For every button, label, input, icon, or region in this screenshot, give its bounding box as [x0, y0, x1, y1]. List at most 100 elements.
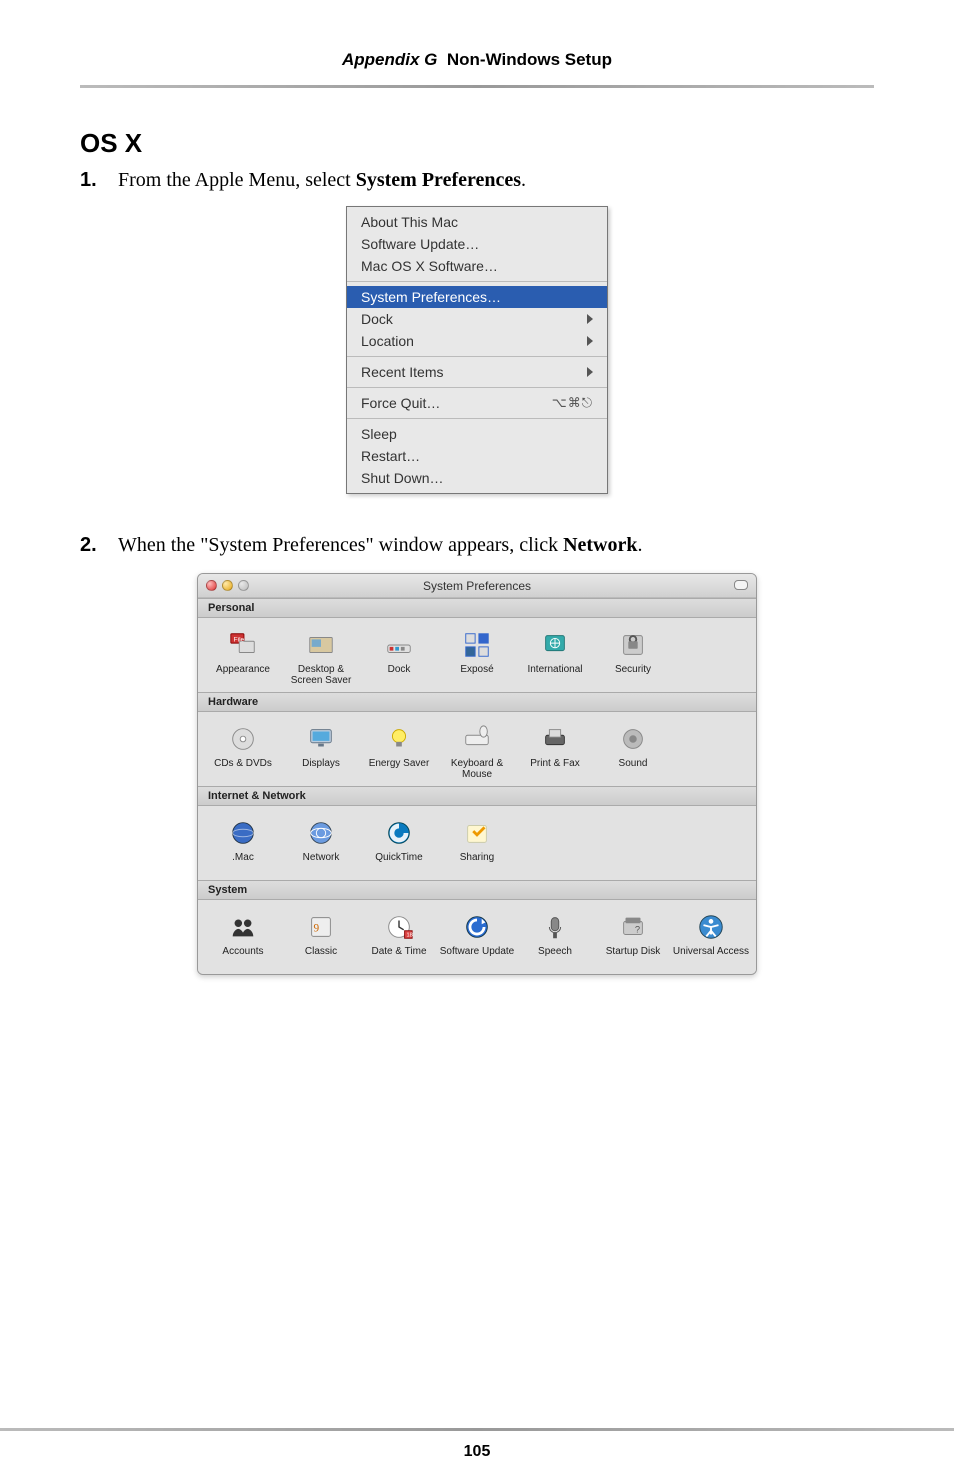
pref-label: Energy Saver [369, 758, 430, 780]
sharing-icon [460, 816, 494, 850]
pref-label: Appearance [216, 664, 270, 686]
pref-item-intl[interactable]: International [516, 626, 594, 688]
submenu-arrow-icon [587, 367, 593, 377]
window-titlebar[interactable]: System Preferences [198, 574, 756, 598]
system-preferences-window: System Preferences Personal File Appearanc… [197, 573, 757, 975]
menu-item-label: Recent Items [361, 364, 443, 380]
pref-item-sound[interactable]: Sound [594, 720, 672, 782]
intl-icon [538, 628, 572, 662]
step-text: When the "System Preferences" window app… [118, 534, 643, 557]
pref-item-quicktime[interactable]: QuickTime [360, 814, 438, 876]
step-text: From the Apple Menu, select System Prefe… [118, 169, 526, 192]
pref-label: Sound [619, 758, 648, 780]
pref-label: .Mac [232, 852, 254, 874]
pref-label: Startup Disk [606, 946, 660, 968]
pref-label: Exposé [460, 664, 493, 686]
pref-item-network[interactable]: Network [282, 814, 360, 876]
pref-item-dock[interactable]: Dock [360, 626, 438, 688]
menu-item[interactable]: Restart… [347, 445, 607, 467]
apple-menu-figure: About This Mac Software Update… Mac OS X S… [80, 206, 874, 494]
submenu-arrow-icon [587, 314, 593, 324]
accounts-icon [226, 910, 260, 944]
pref-item-startup[interactable]: ? Startup Disk [594, 908, 672, 970]
pref-item-security[interactable]: Security [594, 626, 672, 688]
pref-item-universal[interactable]: Universal Access [672, 908, 750, 970]
pref-item-accounts[interactable]: Accounts [204, 908, 282, 970]
pref-item-expose[interactable]: Exposé [438, 626, 516, 688]
menu-item[interactable]: Shut Down… [347, 467, 607, 489]
pref-label: Speech [538, 946, 572, 968]
pref-label: Classic [305, 946, 337, 968]
menu-item[interactable]: Force Quit…⌥⌘⎋ [347, 392, 607, 414]
pref-item-dotmac[interactable]: .Mac [204, 814, 282, 876]
menu-item[interactable]: Sleep [347, 423, 607, 445]
pref-item-printer[interactable]: Print & Fax [516, 720, 594, 782]
section-header: Personal [198, 598, 756, 618]
section-heading: OS X [80, 128, 874, 159]
datetime-icon: 18 [382, 910, 416, 944]
printer-icon [538, 722, 572, 756]
desktop-icon [304, 628, 338, 662]
speech-icon [538, 910, 572, 944]
svg-text:9: 9 [314, 923, 320, 935]
sound-icon [616, 722, 650, 756]
pref-label: Accounts [222, 946, 263, 968]
menu-item[interactable]: Recent Items [347, 361, 607, 383]
startup-icon: ? [616, 910, 650, 944]
pref-item-sharing[interactable]: Sharing [438, 814, 516, 876]
dotmac-icon [226, 816, 260, 850]
pref-item-classic[interactable]: 9 Classic [282, 908, 360, 970]
step-1: 1. From the Apple Menu, select System Pr… [80, 169, 874, 192]
pref-item-speech[interactable]: Speech [516, 908, 594, 970]
keyboard-icon [460, 722, 494, 756]
section-body: File Appearance Desktop & Screen Saver Dock… [198, 618, 756, 692]
pref-item-display[interactable]: Displays [282, 720, 360, 782]
pref-item-appearance[interactable]: File Appearance [204, 626, 282, 688]
pref-item-bulb[interactable]: Energy Saver [360, 720, 438, 782]
step-2: 2. When the "System Preferences" window … [80, 534, 874, 557]
pref-label: CDs & DVDs [214, 758, 272, 780]
menu-item[interactable]: System Preferences… [347, 286, 607, 308]
page-header: Appendix G Non-Windows Setup [80, 50, 874, 85]
universal-icon [694, 910, 728, 944]
display-icon [304, 722, 338, 756]
menu-item[interactable]: Mac OS X Software… [347, 255, 607, 277]
pref-label: Software Update [440, 946, 515, 968]
menu-separator [347, 356, 607, 357]
menu-item-label: Shut Down… [361, 470, 443, 486]
apple-menu[interactable]: About This Mac Software Update… Mac OS X S… [346, 206, 608, 494]
pref-item-datetime[interactable]: 18Date & Time [360, 908, 438, 970]
menu-item[interactable]: Location [347, 330, 607, 352]
close-icon[interactable] [206, 580, 217, 591]
window-title: System Preferences [198, 579, 756, 593]
submenu-arrow-icon [587, 336, 593, 346]
expose-icon [460, 628, 494, 662]
svg-text:File: File [234, 636, 245, 643]
menu-item-label: Dock [361, 311, 393, 327]
menu-separator [347, 418, 607, 419]
header-rule [80, 85, 874, 88]
menu-item[interactable]: Dock [347, 308, 607, 330]
menu-item-label: Mac OS X Software… [361, 258, 498, 274]
section-header: System [198, 880, 756, 900]
toolbar-toggle-icon[interactable] [734, 580, 748, 590]
pref-item-keyboard[interactable]: Keyboard & Mouse [438, 720, 516, 782]
step-number: 2. [80, 534, 100, 557]
zoom-icon[interactable] [238, 580, 249, 591]
sysprefs-figure: System Preferences Personal File Appearanc… [80, 573, 874, 975]
menu-item[interactable]: About This Mac [347, 211, 607, 233]
menu-item-label: Force Quit… [361, 395, 440, 411]
pref-label: Dock [388, 664, 411, 686]
menu-item-label: System Preferences… [361, 289, 501, 305]
menu-item[interactable]: Software Update… [347, 233, 607, 255]
pref-item-swupdate[interactable]: Software Update [438, 908, 516, 970]
menu-item-label: Software Update… [361, 236, 479, 252]
security-icon [616, 628, 650, 662]
minimize-icon[interactable] [222, 580, 233, 591]
pref-item-cd[interactable]: CDs & DVDs [204, 720, 282, 782]
swupdate-icon [460, 910, 494, 944]
cd-icon [226, 722, 260, 756]
svg-text:?: ? [635, 925, 640, 935]
pref-item-desktop[interactable]: Desktop & Screen Saver [282, 626, 360, 688]
section-body: CDs & DVDs Displays Energy Saver Keyboard &… [198, 712, 756, 786]
